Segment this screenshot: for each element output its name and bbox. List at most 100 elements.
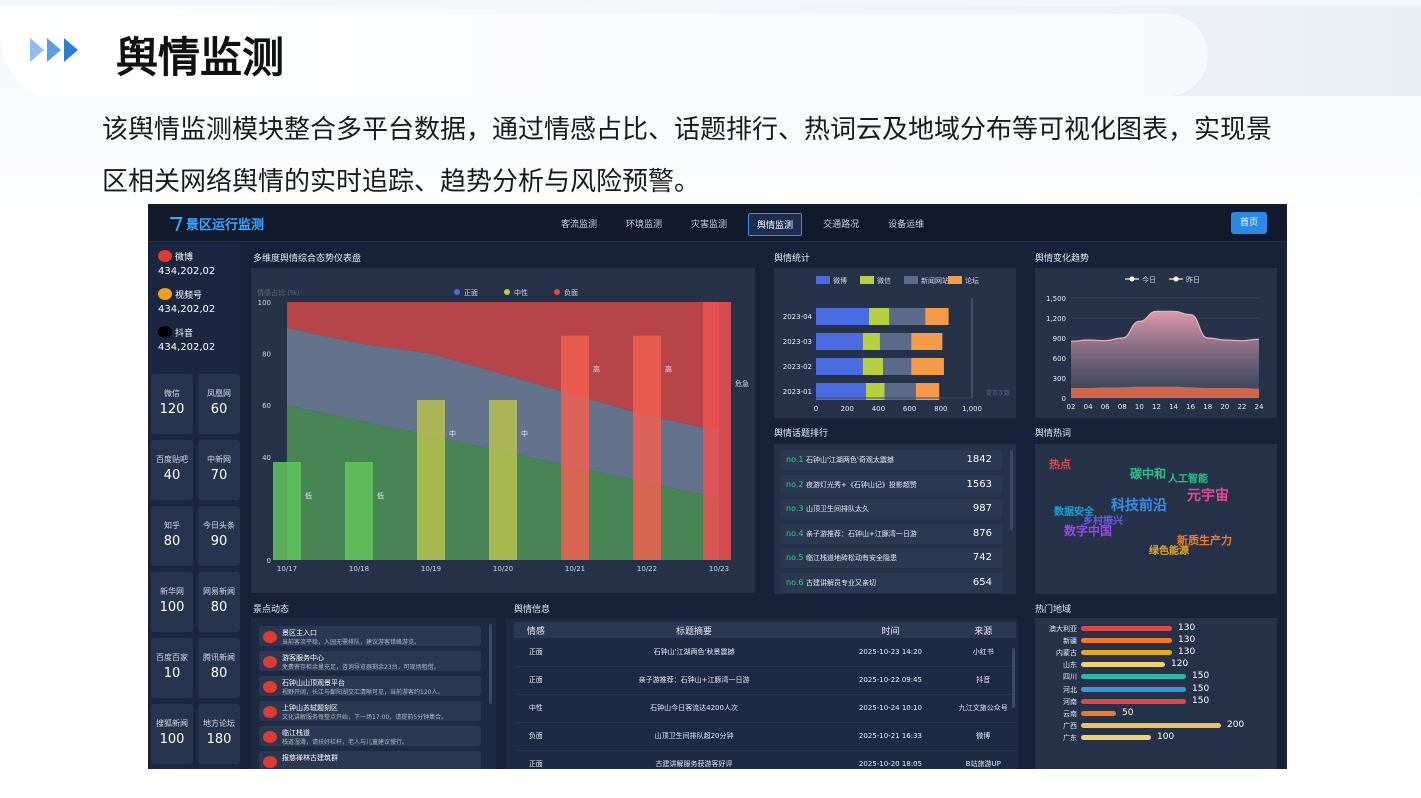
y-category: 2023-03: [783, 338, 812, 346]
nav-tab[interactable]: 舆情监测: [748, 213, 803, 236]
news-item[interactable]: 报慈禅林古建筑群: [259, 751, 481, 769]
news-item[interactable]: 上钟山苏轼题刻区 文化讲解服务每整点开始，下一场17:00，请提前5分钟集合。: [259, 701, 481, 721]
topic-row[interactable]: no.6 古建讲解员专业又亲切 654: [780, 573, 1002, 593]
table-row[interactable]: 中性 石钟山今日客流达4200人次 2025-10-24 10:10 九江文旅公众号: [514, 694, 1016, 723]
hotword[interactable]: 人工智能: [1168, 470, 1208, 485]
social-label: 视频号: [158, 288, 215, 301]
hotword[interactable]: 元宇宙: [1187, 485, 1229, 505]
x-tick: 02: [1067, 403, 1076, 411]
region-name: 云南: [1063, 709, 1077, 718]
table-header[interactable]: 来源: [950, 622, 1016, 638]
topic-value: 654: [972, 577, 992, 588]
topic-row[interactable]: no.4 亲子游推荐：石钟山+江豚湾一日游 876: [780, 523, 1002, 544]
stacked-bar-segment: [816, 308, 870, 325]
app-title: 景区运行监测: [186, 218, 265, 233]
x-tick: 600: [903, 405, 916, 413]
platform-card[interactable]: 百度百家 10: [151, 638, 193, 698]
table-cell: 微博: [950, 722, 1016, 751]
x-tick: 10/17: [277, 565, 297, 573]
platform-card[interactable]: 地方论坛 180: [198, 704, 240, 764]
news-item[interactable]: 景区主入口 当前客流平稳，入园无需排队，建议游客错峰游览。: [259, 626, 481, 646]
hotwords-panel: 热点 碳中和 人工智能 元宇宙 科技前沿 数据安全 乡村振兴 数字中国 新质生产力 绿色能源: [1035, 444, 1277, 594]
platform-card[interactable]: 知乎 80: [151, 506, 193, 566]
hotword[interactable]: 热点: [1049, 456, 1071, 472]
platform-card[interactable]: 腾讯新闻 80: [198, 638, 240, 698]
sentiment-bar: [561, 335, 589, 560]
region-name: 河北: [1063, 685, 1077, 694]
platform-card[interactable]: 网易新闻 80: [198, 572, 240, 632]
platform-card-value: 120: [159, 402, 185, 417]
nav-tab[interactable]: 环境监测: [618, 213, 670, 236]
news-item[interactable]: 临江栈道 栈道湿滑，请扶好栏杆，老人与儿童建议慢行。: [259, 726, 481, 746]
platform-card[interactable]: 百度贴吧 40: [151, 440, 193, 500]
region-value: 200: [1227, 719, 1245, 730]
slide-title: 舆情监测: [116, 33, 285, 82]
nav-tabs: 客流监测 环境监测 灾害监测 舆情监测 交通路况 设备运维: [553, 213, 945, 236]
news-item[interactable]: 游客服务中心 免费寄存柜余量充足，咨询导览器剩余23台，可现场租借。: [259, 651, 481, 671]
table-cell: 山顶卫生间排队超20分钟: [557, 722, 831, 751]
table-row[interactable]: 负面 山顶卫生间排队超20分钟 2025-10-21 16:33 微博: [514, 722, 1016, 751]
nav-tab[interactable]: 客流监测: [553, 213, 605, 236]
legend-marker: [454, 289, 460, 295]
topic-row[interactable]: no.3 山顶卫生间排队太久 987: [780, 499, 1002, 520]
legend-marker: [504, 289, 510, 295]
table-cell: 石钟山'江湖两色'秋景震撼: [557, 638, 831, 667]
legend-swatch: [816, 276, 830, 284]
region-bar: [1081, 698, 1186, 704]
legend-label: 正面: [464, 289, 478, 297]
table-header[interactable]: 标题摘要: [557, 622, 831, 638]
hotword[interactable]: 绿色能源: [1149, 542, 1189, 557]
topic-row[interactable]: no.1 石钟山'江湖两色'奇观太震撼 1842: [780, 450, 1002, 470]
nav-tab[interactable]: 设备运维: [880, 213, 932, 236]
info-scrollbar[interactable]: [1012, 648, 1015, 708]
topic-scrollbar[interactable]: [1010, 450, 1013, 530]
topic-row[interactable]: no.2 夜游灯光秀+《石钟山记》投影超赞 1563: [780, 474, 1002, 495]
platform-card-label: 百度贴吧: [156, 455, 188, 464]
region-name: 广西: [1063, 721, 1077, 730]
table-header[interactable]: 时间: [830, 622, 951, 638]
platform-card[interactable]: 凤凰网 60: [198, 374, 240, 434]
y-tick: 300: [1053, 375, 1066, 383]
region-value: 150: [1192, 671, 1210, 682]
panel-title-scenic-news: 景点动态: [253, 605, 290, 615]
platform-card-label: 搜狐新闻: [156, 719, 188, 728]
y-tick: 100: [258, 299, 271, 307]
table-row[interactable]: 正面 古建讲解服务获游客好评 2025-10-20 18:05 B站旅游UP: [514, 750, 1016, 769]
weibo-icon: [263, 656, 277, 668]
nav-tab[interactable]: 灾害监测: [683, 213, 735, 236]
legend-marker: [554, 289, 560, 295]
douyin-icon: [158, 326, 172, 338]
platform-card-label: 百度百家: [156, 653, 188, 662]
stacked-bar-segment: [879, 333, 912, 350]
y-tick: 80: [262, 351, 271, 359]
platform-card[interactable]: 今日头条 90: [198, 506, 240, 566]
table-cell: 2025-10-21 16:33: [830, 722, 951, 751]
y-tick: 900: [1053, 335, 1066, 343]
legend-label: 论坛: [965, 276, 979, 285]
x-tick: 18: [1203, 403, 1212, 411]
platform-card[interactable]: 中新网 70: [198, 440, 240, 500]
topic-row[interactable]: no.5 临江栈道地砖松动有安全隐患 742: [780, 548, 1002, 569]
hotword[interactable]: 数字中国: [1064, 522, 1112, 539]
table-cell: 亲子游推荐：石钟山+江豚湾一日游: [557, 666, 831, 695]
table-row[interactable]: 正面 亲子游推荐：石钟山+江豚湾一日游 2025-10-22 09:45 抖音: [514, 666, 1016, 695]
table-header[interactable]: 情感: [514, 622, 558, 638]
platform-card[interactable]: 新华网 100: [151, 572, 193, 632]
news-item[interactable]: 石钟山山顶观景平台 视野开阔，长江与鄱阳湖交汇清晰可见，当前游客约120人。: [259, 676, 481, 696]
social-stat: 视频号 434,202,02: [158, 288, 215, 315]
table-cell: 古建讲解服务获游客好评: [557, 750, 831, 769]
table-cell: 九江文旅公众号: [950, 694, 1016, 723]
stacked-bar-segment: [862, 333, 880, 350]
platform-card[interactable]: 搜狐新闻 100: [151, 704, 193, 764]
stacked-bar-segment: [889, 308, 926, 325]
topic-rank: no.6: [786, 578, 804, 587]
table-cell: 2025-10-23 14:20: [830, 638, 951, 667]
hotword[interactable]: 碳中和: [1130, 465, 1166, 482]
nav-tab[interactable]: 交通路况: [815, 213, 867, 236]
table-row[interactable]: 正面 石钟山'江湖两色'秋景震撼 2025-10-23 14:20 小红书: [514, 638, 1016, 667]
news-scrollbar[interactable]: [489, 624, 492, 704]
dashboard-screenshot: 景区运行监测 客流监测 环境监测 灾害监测 舆情监测 交通路况 设备运维 首页 多维度舆情…: [148, 204, 1287, 769]
platform-card[interactable]: 微信 120: [151, 374, 193, 434]
y-tick: 40: [262, 454, 271, 462]
home-button[interactable]: 首页: [1231, 212, 1267, 234]
